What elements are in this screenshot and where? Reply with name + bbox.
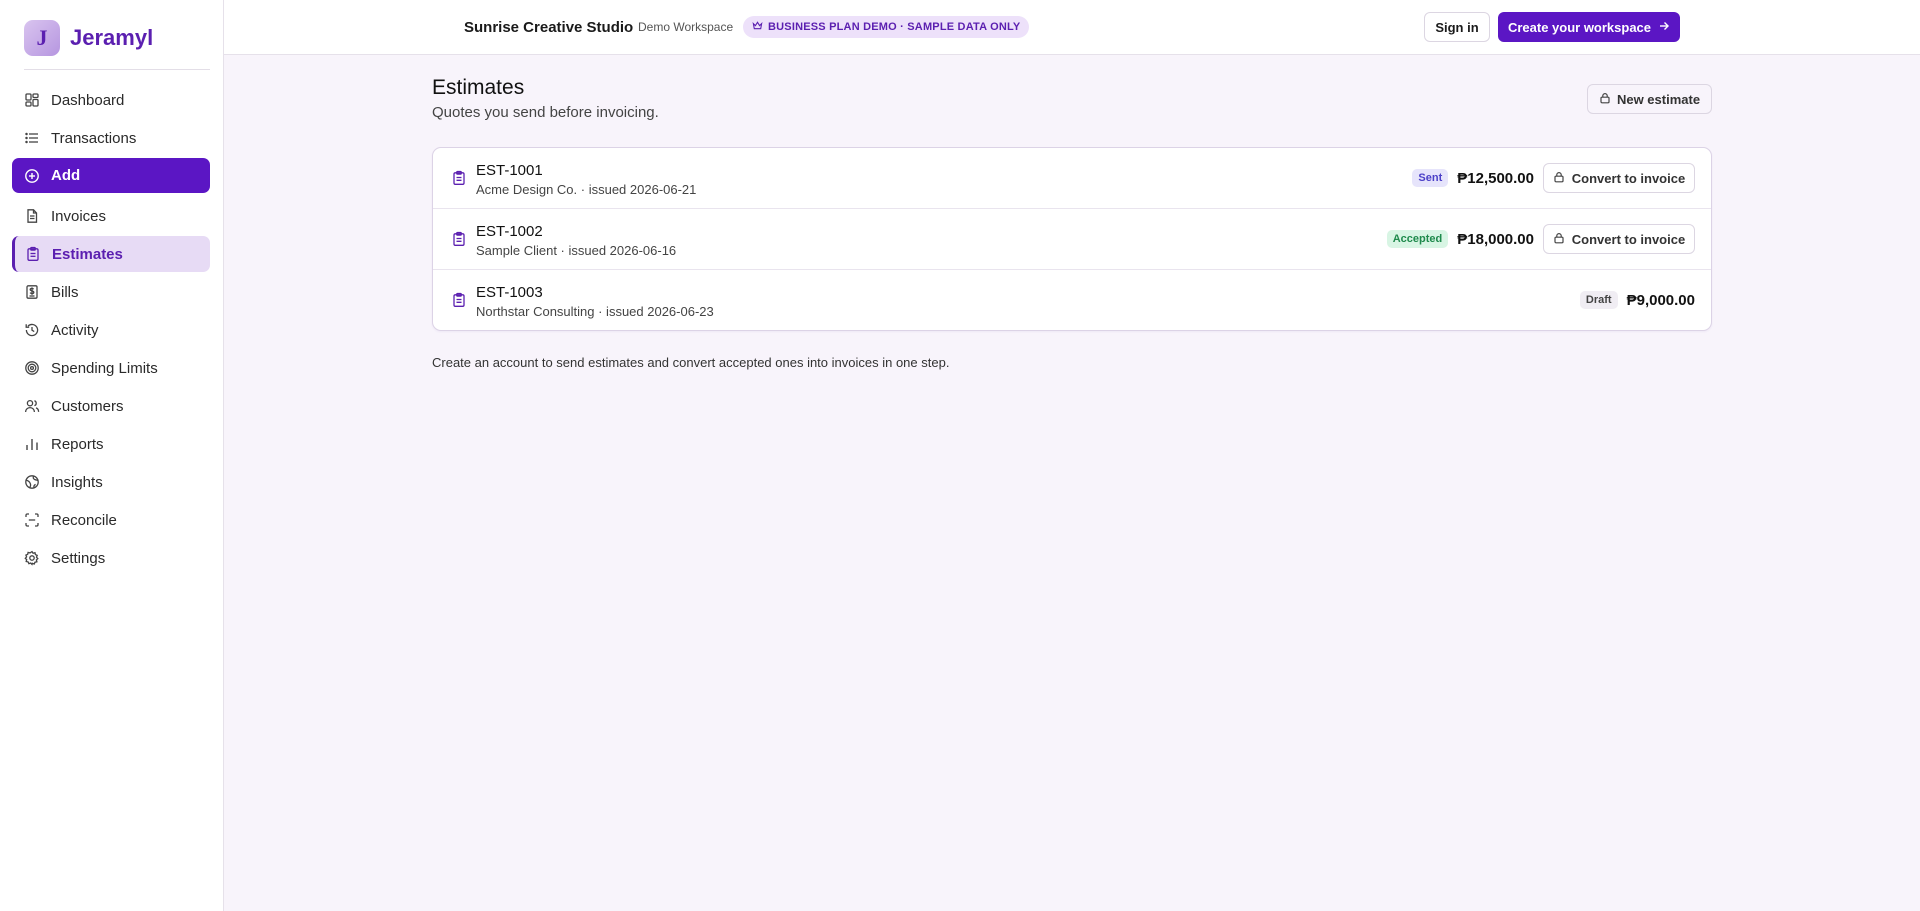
- sidebar-item-label: Add: [51, 167, 81, 184]
- document-icon: [24, 208, 40, 224]
- sidebar-item-add[interactable]: Add: [12, 158, 210, 193]
- lock-icon: [1599, 92, 1611, 107]
- sidebar-item-label: Insights: [51, 473, 103, 491]
- list-icon: [24, 130, 40, 146]
- workspace-name: Sunrise Creative Studio: [464, 19, 634, 36]
- crown-icon: [752, 20, 763, 34]
- sidebar-item-customers[interactable]: Customers: [12, 388, 210, 424]
- globe-icon: [24, 474, 40, 490]
- new-estimate-button[interactable]: New estimate: [1587, 84, 1712, 114]
- status-badge: Sent: [1412, 169, 1449, 187]
- sidebar-item-label: Settings: [51, 549, 106, 567]
- estimate-amount: ₱12,500.00: [1457, 169, 1534, 187]
- lock-icon: [1553, 171, 1565, 186]
- sidebar-item-transactions[interactable]: Transactions: [12, 120, 210, 156]
- sidebar-item-insights[interactable]: Insights: [12, 464, 210, 500]
- estimate-amount: ₱18,000.00: [1457, 230, 1534, 248]
- estimate-amount: ₱9,000.00: [1626, 291, 1695, 309]
- users-icon: [24, 398, 40, 414]
- page-title: Estimates: [432, 76, 525, 99]
- lock-icon: [1553, 232, 1565, 247]
- estimate-id: EST-1003: [476, 284, 543, 301]
- history-icon: [24, 322, 40, 338]
- convert-label: Convert to invoice: [1571, 231, 1686, 247]
- clipboard-icon: [451, 292, 467, 308]
- new-estimate-label: New estimate: [1616, 91, 1701, 107]
- estimate-row[interactable]: EST-1001 Acme Design Co. · issued 2026-0…: [433, 148, 1711, 209]
- sidebar-item-label: Spending Limits: [51, 359, 158, 377]
- sidebar-item-bills[interactable]: Bills: [12, 274, 210, 310]
- sidebar-item-spending-limits[interactable]: Spending Limits: [12, 350, 210, 386]
- sign-in-button[interactable]: Sign in: [1424, 12, 1490, 42]
- arrow-right-icon: [1658, 20, 1670, 35]
- workspace-label: Demo Workspace: [638, 20, 734, 34]
- target-icon: [24, 360, 40, 376]
- gear-icon: [24, 550, 40, 566]
- plan-badge-text: BUSINESS PLAN DEMO · SAMPLE DATA ONLY: [768, 21, 1021, 33]
- create-workspace-button[interactable]: Create your workspace: [1498, 12, 1680, 42]
- sidebar-item-invoices[interactable]: Invoices: [12, 198, 210, 234]
- sidebar-item-label: Reconcile: [51, 511, 117, 529]
- sidebar-item-label: Reports: [51, 435, 104, 453]
- estimates-list: EST-1001 Acme Design Co. · issued 2026-0…: [432, 147, 1712, 331]
- convert-to-invoice-button[interactable]: Convert to invoice: [1543, 163, 1695, 193]
- brand[interactable]: J Jeramyl: [24, 20, 210, 70]
- estimate-row[interactable]: EST-1003 Northstar Consulting · issued 2…: [433, 270, 1711, 330]
- plus-circle-icon: [24, 168, 40, 184]
- clipboard-icon: [25, 246, 41, 262]
- sidebar-item-label: Estimates: [52, 245, 123, 263]
- sidebar-item-label: Activity: [51, 321, 99, 339]
- plan-badge: BUSINESS PLAN DEMO · SAMPLE DATA ONLY: [743, 16, 1030, 38]
- brand-logo: J: [24, 20, 60, 56]
- estimate-row-actions: Sent ₱12,500.00 Convert to invoice: [1412, 163, 1695, 193]
- dashboard-icon: [24, 92, 40, 108]
- estimate-meta: Northstar Consulting · issued 2026-06-23: [476, 304, 714, 319]
- sidebar-item-label: Transactions: [51, 129, 137, 147]
- clipboard-icon: [451, 231, 467, 247]
- sidebar-nav: Dashboard Transactions Add Invoices Esti…: [0, 82, 223, 576]
- create-workspace-label: Create your workspace: [1507, 19, 1652, 35]
- estimate-row-actions: Accepted ₱18,000.00 Convert to invoice: [1386, 224, 1695, 254]
- page-subtitle: Quotes you send before invoicing.: [432, 104, 659, 121]
- receipt-icon: [24, 284, 40, 300]
- estimate-row-actions: Draft ₱9,000.00: [1579, 285, 1695, 315]
- sidebar: J Jeramyl Dashboard Transactions Add Inv…: [0, 0, 224, 911]
- clipboard-icon: [451, 170, 467, 186]
- sidebar-item-label: Invoices: [51, 207, 107, 225]
- sidebar-item-dashboard[interactable]: Dashboard: [12, 82, 210, 118]
- convert-to-invoice-button[interactable]: Convert to invoice: [1543, 224, 1695, 254]
- estimate-meta: Acme Design Co. · issued 2026-06-21: [476, 182, 697, 197]
- status-badge: Accepted: [1386, 230, 1449, 248]
- sidebar-item-activity[interactable]: Activity: [12, 312, 210, 348]
- status-badge: Draft: [1579, 291, 1618, 309]
- sidebar-item-settings[interactable]: Settings: [12, 540, 210, 576]
- convert-label: Convert to invoice: [1571, 170, 1686, 186]
- bar-chart-icon: [24, 436, 40, 452]
- estimate-row[interactable]: EST-1002 Sample Client · issued 2026-06-…: [433, 209, 1711, 270]
- estimate-meta: Sample Client · issued 2026-06-16: [476, 243, 677, 258]
- sidebar-item-label: Bills: [51, 283, 79, 301]
- estimate-id: EST-1002: [476, 223, 543, 240]
- top-bar: Sunrise Creative Studio Demo Workspace B…: [224, 0, 1920, 55]
- sidebar-item-label: Dashboard: [51, 91, 125, 109]
- sidebar-item-estimates[interactable]: Estimates: [12, 236, 210, 272]
- sidebar-item-reports[interactable]: Reports: [12, 426, 210, 462]
- brand-name: Jeramyl: [70, 25, 154, 50]
- scan-icon: [24, 512, 40, 528]
- sidebar-item-label: Customers: [51, 397, 124, 415]
- footnote: Create an account to send estimates and …: [432, 355, 950, 370]
- estimate-id: EST-1001: [476, 162, 543, 179]
- sidebar-item-reconcile[interactable]: Reconcile: [12, 502, 210, 538]
